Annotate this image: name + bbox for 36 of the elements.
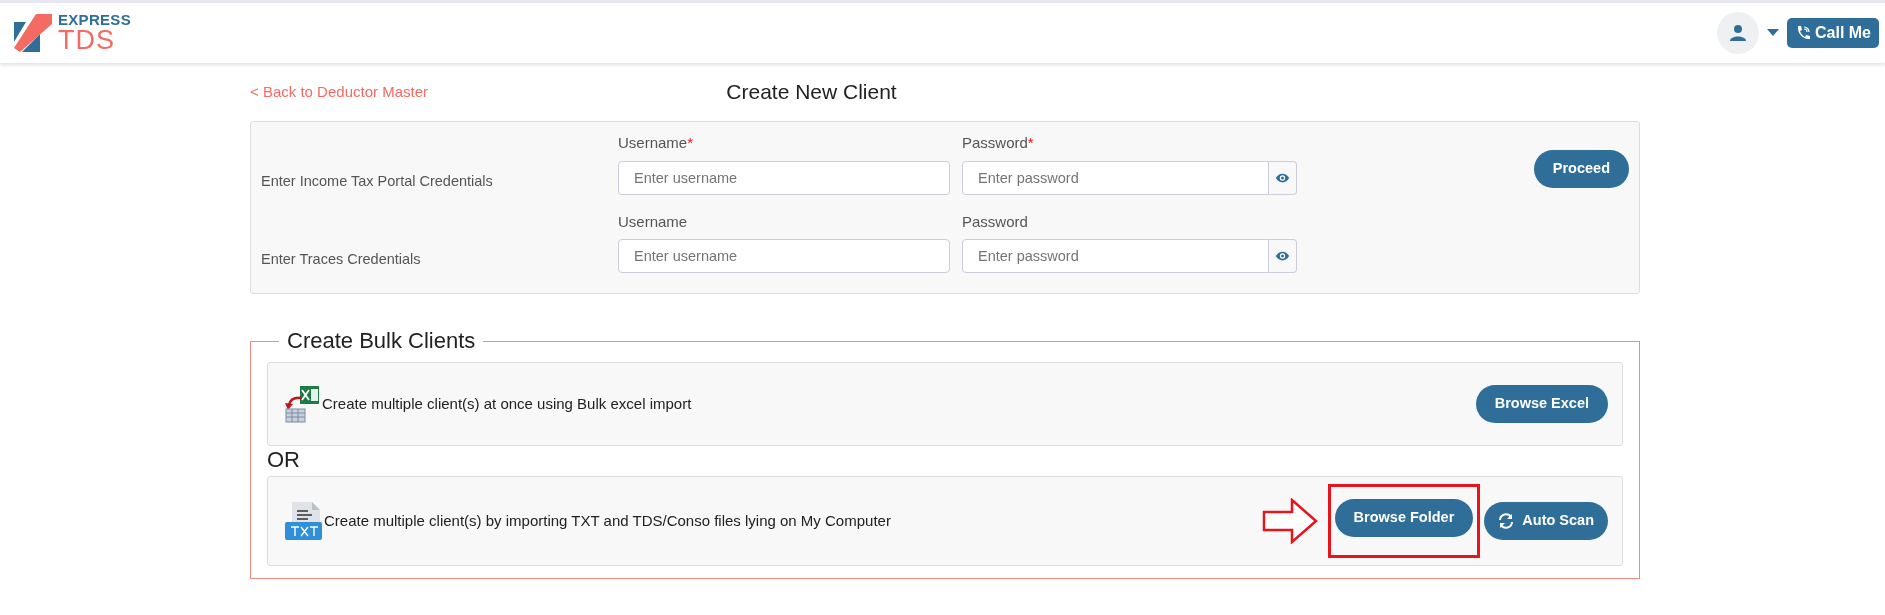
phone-icon — [1795, 25, 1811, 41]
logo-icon — [12, 12, 54, 54]
field-label: Username* — [618, 133, 695, 153]
arrow-drawing — [1261, 498, 1318, 545]
eye-icon — [1275, 250, 1290, 262]
import-button[interactable]: Auto Scan — [1484, 502, 1608, 541]
caret-icon — [1767, 29, 1779, 37]
import-button[interactable]: Browse Folder — [1334, 499, 1474, 538]
import-button[interactable]: Browse Excel — [1475, 385, 1608, 423]
or-separator: OR — [267, 448, 301, 473]
logo-text: EXPRESS — [58, 12, 131, 27]
section-legend: Create Bulk Clients — [279, 330, 484, 352]
user-avatar[interactable] — [1717, 12, 1759, 54]
field-label: Password* — [962, 133, 1035, 153]
username-field[interactable]: Enter username — [618, 160, 950, 195]
person-icon — [1729, 24, 1747, 42]
credentials-label: Enter Traces Credentials — [261, 250, 422, 270]
option-description: Create multiple client(s) by importing TXT and TDS/Conso files lying on My Computer — [324, 510, 891, 531]
back-link[interactable]: < Back to Deductor Master — [250, 80, 428, 104]
option-description: Create multiple client(s) at once using Bulk excel import — [322, 393, 692, 414]
field-label: Password — [962, 211, 1029, 232]
username-field[interactable]: Enter username — [618, 239, 950, 273]
spreadsheet-import-icon — [284, 385, 320, 423]
logo-text: TDS — [58, 27, 116, 54]
call-me-button[interactable]: Call Me — [1787, 18, 1879, 48]
proceed-button[interactable]: Proceed — [1533, 150, 1629, 188]
eye-icon — [1275, 171, 1290, 184]
page-title: Create New Client — [726, 79, 897, 105]
password-field[interactable]: Enter password — [962, 239, 1269, 273]
show-password-button[interactable] — [1269, 160, 1297, 195]
password-field[interactable]: Enter password — [962, 160, 1269, 195]
field-label: Username — [618, 211, 689, 232]
credentials-label: Enter Income Tax Portal Credentials — [261, 171, 494, 191]
show-password-button[interactable] — [1269, 239, 1297, 273]
refresh-icon — [1498, 513, 1515, 530]
txt-file-icon — [284, 501, 322, 542]
